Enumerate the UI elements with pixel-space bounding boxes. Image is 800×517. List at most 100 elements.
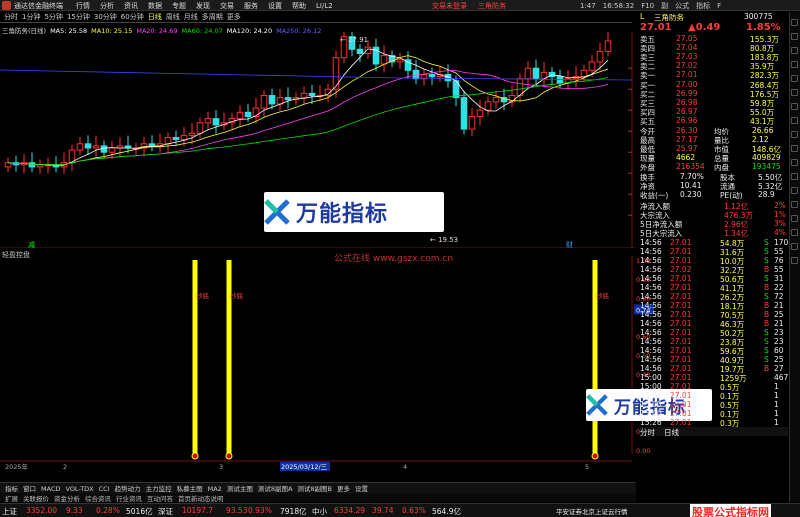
toolbar-item[interactable]: F (717, 2, 721, 10)
indicator-tab[interactable]: 测试8副图B (297, 485, 332, 493)
period-tab[interactable]: 5分钟 (44, 13, 62, 21)
indicator-tab[interactable]: 趋势动力 (115, 485, 141, 493)
period-tab[interactable]: 30分钟 (94, 13, 117, 21)
sidebar-tool-icon[interactable] (791, 75, 798, 82)
candle-body (180, 134, 188, 141)
index-value: 6334.29 (334, 506, 366, 515)
quote-tab[interactable]: 日线 (664, 427, 679, 438)
stat-value: 193475 (752, 162, 781, 171)
current-stock-tag[interactable]: 三角防务 (478, 1, 506, 11)
toolbar-item[interactable]: 公式 (675, 2, 689, 10)
period-tab[interactable]: 60分钟 (121, 13, 144, 21)
menu-item[interactable]: 数据 (148, 2, 162, 10)
extension-tab[interactable]: 综合资讯 (85, 495, 111, 503)
toolbar-item[interactable]: 16:58:32 (603, 2, 634, 10)
period-tab[interactable]: 多周期 (202, 13, 223, 21)
menu-item[interactable]: 设置 (268, 2, 282, 10)
toolbar-item[interactable]: 1:47 (580, 2, 596, 10)
toolbar-item[interactable]: F10 (641, 2, 654, 10)
menu-item[interactable]: LI/L2 (316, 2, 333, 10)
quote-row: 15:00 27.01 0.5万 1 (640, 400, 788, 410)
tick-price: 27.01 (670, 391, 692, 400)
sidebar-tool-icon[interactable] (791, 131, 798, 138)
indicator-tab[interactable]: 私募主图 (177, 485, 203, 493)
extension-tabs[interactable]: 扩展 关联报价 资金分析 综合资讯 行业资讯 互动问答 首页新动态说明 (0, 493, 636, 503)
period-selector[interactable]: 分时 1分钟 5分钟 15分钟 30分钟 60分钟 日线 周线 月线 多周期 更多 (0, 12, 632, 23)
sidebar-tool-icon[interactable] (791, 33, 798, 40)
sidebar-tool-icon[interactable] (791, 145, 798, 152)
indicator-tab[interactable]: CCI (99, 485, 110, 493)
sidebar-tool-icon[interactable] (791, 257, 798, 264)
period-tab[interactable]: 周线 (166, 13, 180, 21)
bid-price: 26.96 (676, 116, 698, 125)
indicator-tab[interactable]: 指标 (5, 485, 18, 493)
period-tab[interactable]: 月线 (184, 13, 198, 21)
sidebar-tool-icon[interactable] (791, 215, 798, 222)
tick-time: 14:56 (640, 319, 662, 328)
index-name[interactable]: 上证 (2, 506, 17, 517)
indicator-tab[interactable]: 设置 (355, 485, 368, 493)
price-change: ▲0.49 (688, 22, 721, 33)
period-tab[interactable]: 15分钟 (67, 13, 90, 21)
sidebar-tool-icon[interactable] (791, 229, 798, 236)
period-tab[interactable]: 日线 (148, 13, 162, 21)
period-tab[interactable]: 1分钟 (22, 13, 40, 21)
extension-tab[interactable]: 互动问答 (147, 495, 173, 503)
indicator-tab[interactable]: 窗口 (23, 485, 36, 493)
menu-item[interactable]: 资讯 (124, 2, 138, 10)
sidebar-tool-icon[interactable] (791, 243, 798, 250)
indicator-tab[interactable]: MA2 (208, 485, 222, 493)
candle-body (428, 74, 436, 78)
period-tab[interactable]: 更多 (227, 13, 241, 21)
toolbar-right[interactable]: 1:47 16:58:32 F10 副公式 指标 F (580, 1, 728, 11)
sidebar-tool-icon[interactable] (791, 173, 798, 180)
indicator-tab[interactable]: VOL-TDX (65, 485, 93, 493)
sidebar-tool-icon[interactable] (791, 103, 798, 110)
sidebar-tool-icon[interactable] (791, 89, 798, 96)
right-toolbar[interactable] (789, 12, 800, 502)
index-name[interactable]: 中小 (312, 506, 327, 517)
sidebar-tool-icon[interactable] (791, 117, 798, 124)
extension-tab[interactable]: 资金分析 (54, 495, 80, 503)
extension-tab[interactable]: 扩展 (5, 495, 18, 503)
indicator-tab[interactable]: MACD (41, 485, 60, 493)
indicator-tab[interactable]: 主力监控 (146, 485, 172, 493)
quote-row: 换手 7.70% 股本 5.50亿 (640, 172, 788, 182)
tick-time: 14:56 (640, 337, 662, 346)
indicator-tab[interactable]: 更多 (337, 485, 350, 493)
menu-item[interactable]: 分析 (100, 2, 114, 10)
extension-tab[interactable]: 首页新动态说明 (178, 495, 224, 503)
indicator-chart[interactable]: 1.000.900.800.740.600.500.400.300.200.10… (0, 256, 660, 482)
stat-value: 216354 (676, 162, 705, 171)
tick-count: 31 (774, 274, 784, 283)
indicator-tabs[interactable]: 指标 窗口 MACD VOL-TDX CCI 趋势动力 主力监控 私募主图 MA2 测试主图 测试8… (0, 482, 636, 493)
extension-tab[interactable]: 关联报价 (23, 495, 49, 503)
sidebar-tool-icon[interactable] (791, 47, 798, 54)
tick-side: S (764, 247, 769, 256)
candle-body (300, 92, 308, 99)
main-menu[interactable]: 行情 分析 资讯 数据 专题 发现 交易 服务 设置 帮助 LI/L2 (76, 1, 343, 11)
sidebar-tool-icon[interactable] (791, 159, 798, 166)
tick-price: 27.01 (670, 283, 692, 292)
menu-item[interactable]: 帮助 (292, 2, 306, 10)
toolbar-item[interactable]: 副 (661, 2, 668, 10)
menu-item[interactable]: 专题 (172, 2, 186, 10)
indicator-tab[interactable]: 测试8副图A (258, 485, 293, 493)
sidebar-tool-icon[interactable] (791, 19, 798, 26)
quote-tab[interactable]: 分时 (640, 427, 655, 438)
toolbar-item[interactable]: 指标 (696, 2, 710, 10)
menu-item[interactable]: 行情 (76, 2, 90, 10)
index-name[interactable]: 深证 (158, 506, 173, 517)
trade-status[interactable]: 交易未登录 (432, 1, 467, 11)
menu-item[interactable]: 服务 (244, 2, 258, 10)
indicator-tab[interactable]: 测试主图 (227, 485, 253, 493)
extension-tab[interactable]: 行业资讯 (116, 495, 142, 503)
menu-item[interactable]: 交易 (220, 2, 234, 10)
sidebar-tool-icon[interactable] (791, 201, 798, 208)
menu-item[interactable]: 发现 (196, 2, 210, 10)
sidebar-tool-icon[interactable] (791, 187, 798, 194)
sidebar-tool-icon[interactable] (791, 61, 798, 68)
candle-body (100, 145, 108, 153)
index-value: 10197.7 (182, 506, 214, 515)
period-tab[interactable]: 分时 (4, 13, 18, 21)
